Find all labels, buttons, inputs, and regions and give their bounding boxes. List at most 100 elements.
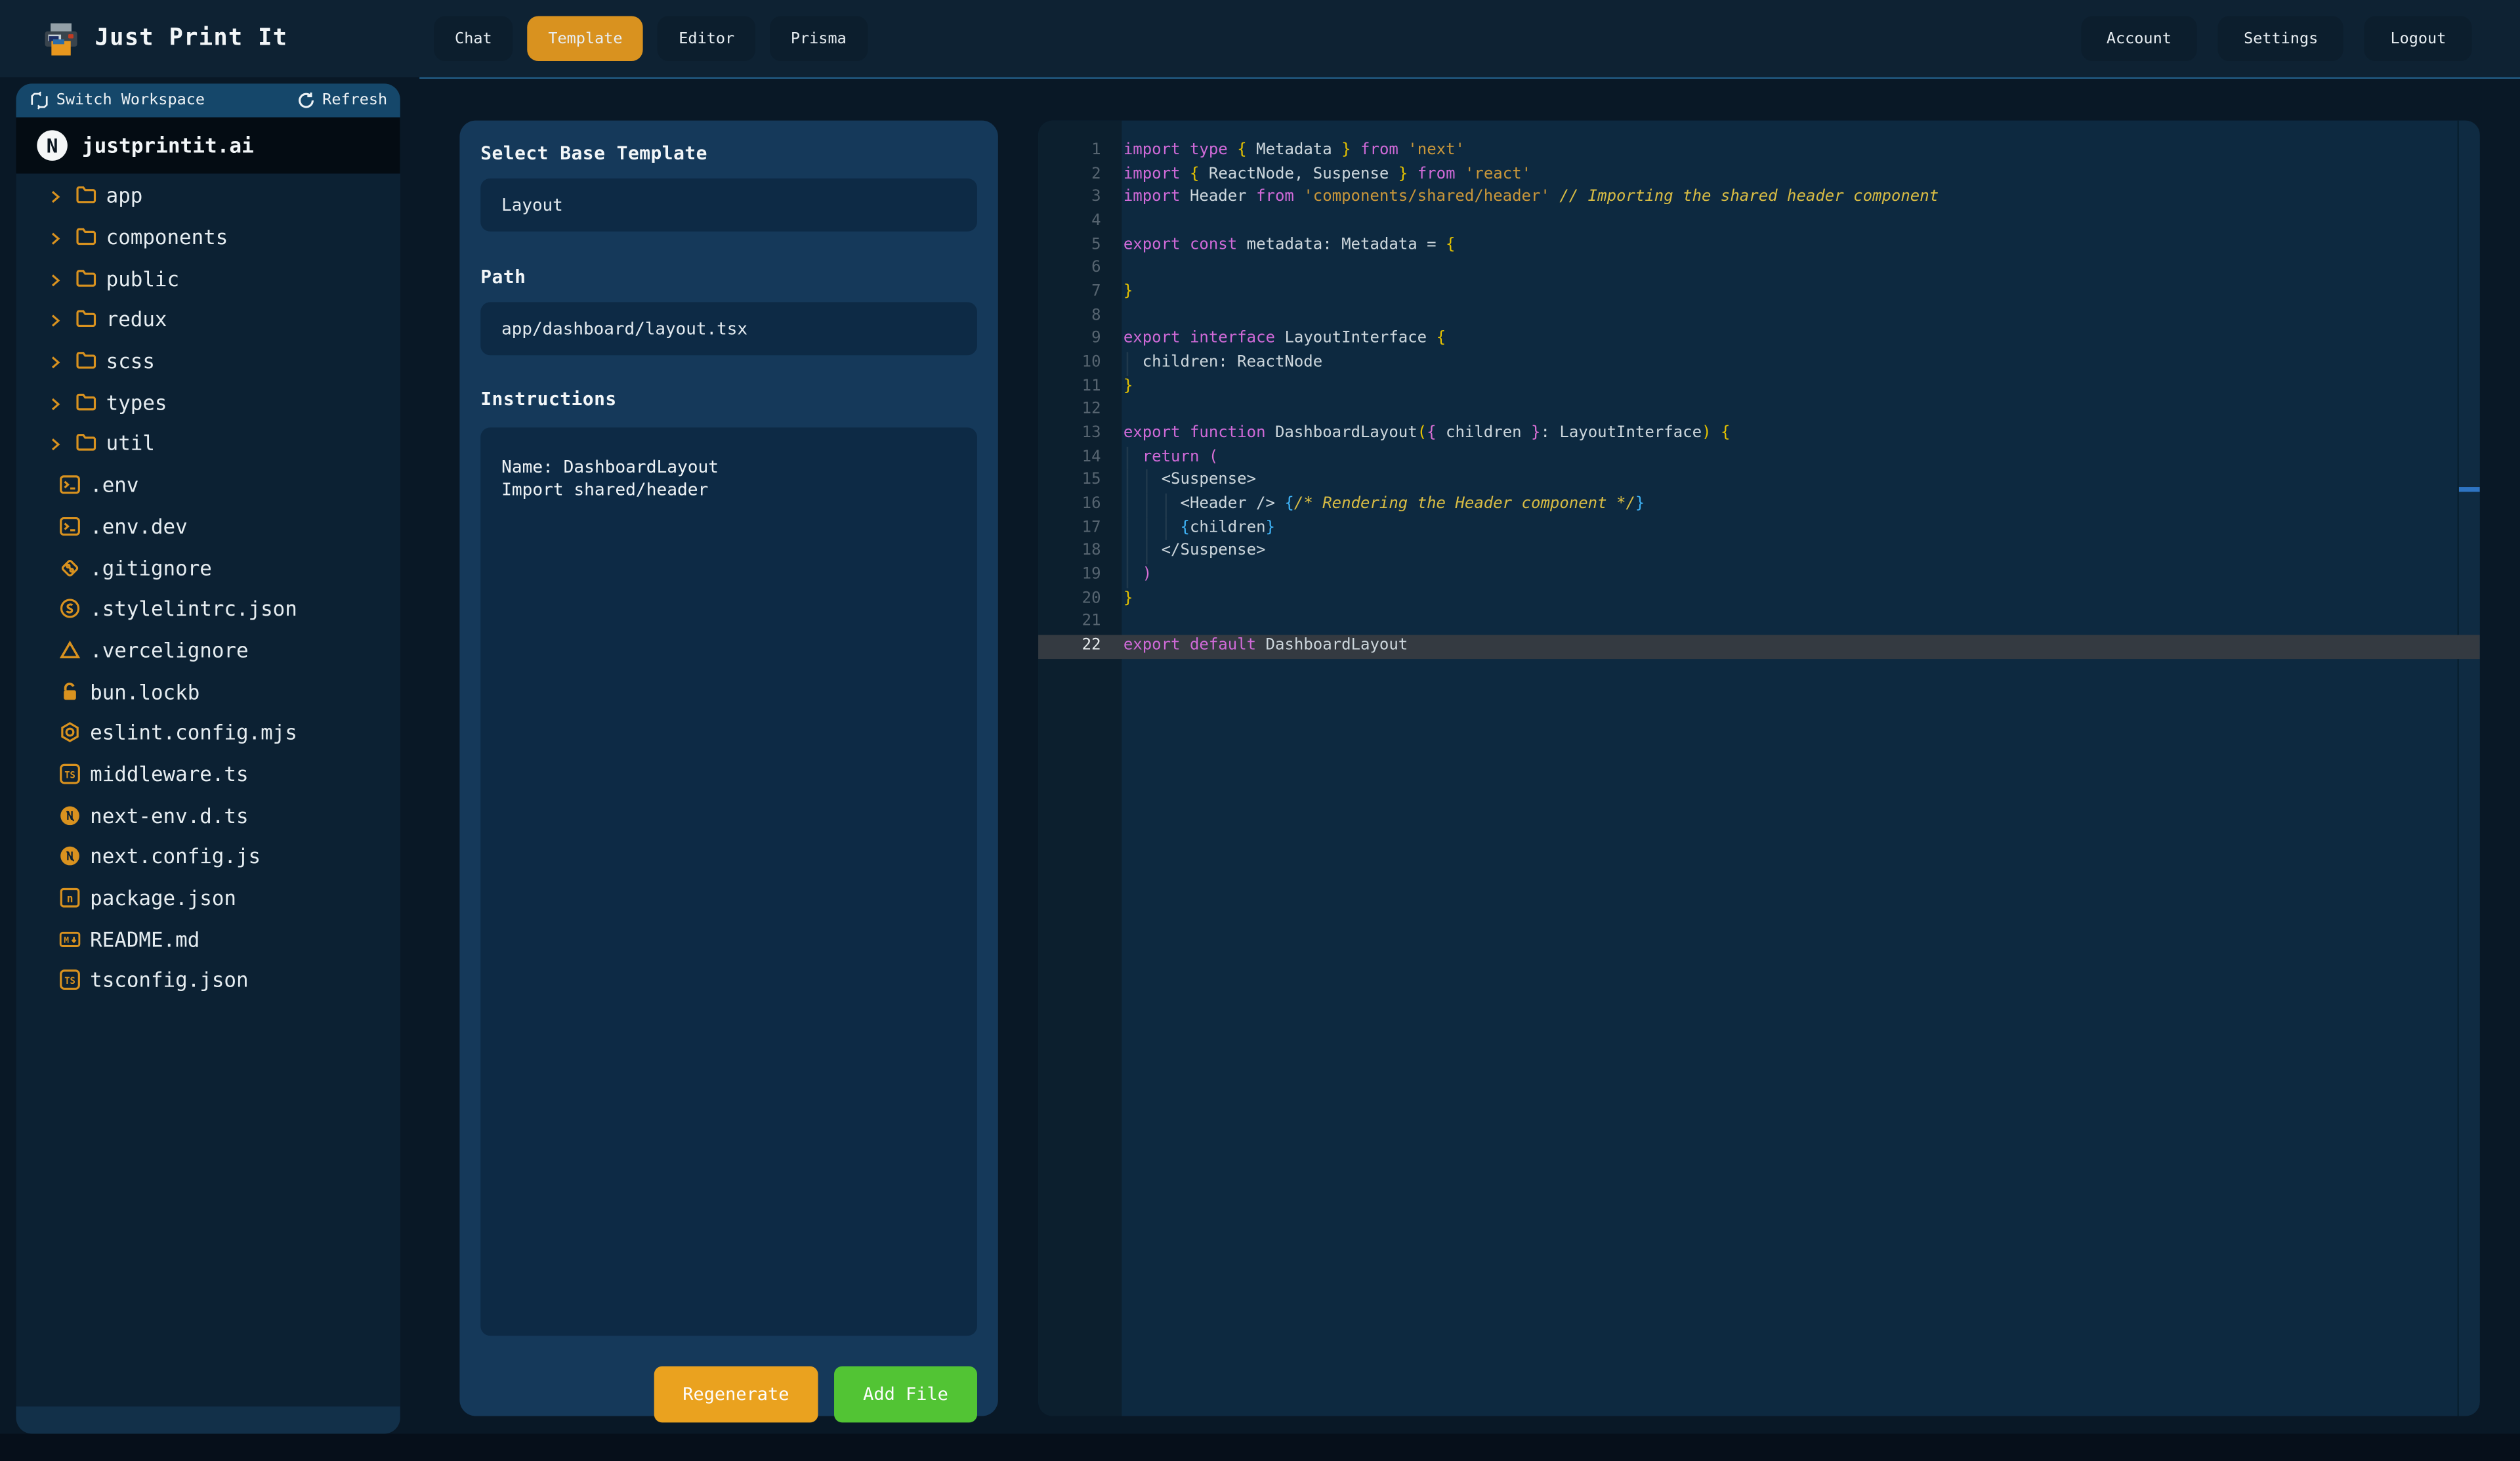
folder-icon: [75, 392, 96, 413]
file-item-eslint.config.mjs[interactable]: eslint.config.mjs: [16, 712, 400, 753]
folder-item-app[interactable]: app: [16, 175, 400, 217]
folder-label: app: [106, 184, 143, 208]
line-number: 12: [1082, 400, 1101, 419]
base-template-input[interactable]: Layout: [480, 178, 977, 232]
folder-label: scss: [106, 349, 155, 373]
file-item-.stylelintrc.json[interactable]: .stylelintrc.json: [16, 588, 400, 629]
regenerate-button[interactable]: Regenerate: [654, 1366, 818, 1423]
workspace-name: justprintit.ai: [81, 133, 254, 158]
file-item-bun.lockb[interactable]: bun.lockb: [16, 671, 400, 712]
code-line-2[interactable]: 2 import { ReactNode, Suspense } from 're…: [1038, 163, 2480, 187]
code-line-8[interactable]: 8: [1038, 305, 2480, 328]
session-buttons: Account Settings Logout: [2080, 16, 2472, 62]
tab-template[interactable]: Template: [527, 16, 644, 62]
code-line-16[interactable]: 16 <Header /> {/* Rendering the Header c…: [1038, 493, 2480, 517]
switch-workspace-button[interactable]: Switch Workspace: [31, 91, 205, 110]
indent-guide: [1126, 493, 1129, 517]
folder-item-util[interactable]: util: [16, 423, 400, 464]
folder-item-types[interactable]: types: [16, 381, 400, 423]
code-line-11[interactable]: 11}: [1038, 375, 2480, 399]
chevron-right-icon: [47, 393, 64, 411]
code-line-4[interactable]: 4: [1038, 211, 2480, 234]
account-button[interactable]: Account: [2080, 16, 2198, 62]
topbar: Just Print It Chat Template Editor Prisma A…: [0, 0, 2520, 77]
file-label: tsconfig.json: [90, 968, 249, 993]
typescript-icon: TS: [60, 763, 81, 784]
file-item-package.json[interactable]: n package.json: [16, 877, 400, 918]
line-number: 10: [1082, 353, 1101, 371]
line-number: 5: [1091, 236, 1101, 254]
footer-strip: [0, 1433, 2520, 1461]
code-line-9[interactable]: 9 export interface LayoutInterface {: [1038, 328, 2480, 352]
file-label: next.config.js: [90, 844, 261, 869]
sidebar: Switch Workspace Refresh N justprintit.a…: [16, 83, 400, 1434]
code-line-13[interactable]: 13 export function DashboardLayout({ chil…: [1038, 423, 2480, 446]
code-line-22[interactable]: 22 export default DashboardLayout: [1038, 635, 2480, 658]
settings-button[interactable]: Settings: [2217, 16, 2344, 62]
code-line-20[interactable]: 20}: [1038, 587, 2480, 611]
file-item-next-env.d.ts[interactable]: Nnext-env.d.ts: [16, 795, 400, 836]
code-line-12[interactable]: 12: [1038, 399, 2480, 423]
code-text: <Header /> {/* Rendering the Header comp…: [1123, 495, 1645, 513]
file-tree: app components public redux scss types util .en…: [16, 173, 400, 1407]
file-item-.vercelignore[interactable]: .vercelignore: [16, 629, 400, 671]
code-line-17[interactable]: 17 {children}: [1038, 517, 2480, 541]
chevron-right-icon: [47, 187, 64, 205]
logout-button[interactable]: Logout: [2364, 16, 2472, 62]
file-item-.gitignore[interactable]: .gitignore: [16, 547, 400, 588]
topbar-divider: [419, 76, 2520, 79]
folder-label: components: [106, 224, 228, 249]
folder-item-redux[interactable]: redux: [16, 299, 400, 341]
sidebar-header: Switch Workspace Refresh: [16, 83, 400, 117]
template-panel: Select Base Template Layout Path app/das…: [459, 120, 998, 1423]
line-number: 9: [1091, 329, 1101, 348]
line-number: 4: [1091, 212, 1101, 230]
line-number: 16: [1082, 495, 1101, 513]
file-item-tsconfig.json[interactable]: TS tsconfig.json: [16, 960, 400, 1001]
refresh-button[interactable]: Refresh: [297, 92, 387, 110]
line-number: 2: [1091, 165, 1101, 183]
line-number: 15: [1082, 471, 1101, 490]
line-number: 14: [1082, 448, 1101, 466]
indent-guide: [1126, 517, 1129, 541]
file-item-.env.dev[interactable]: .env.dev: [16, 505, 400, 547]
line-number: 11: [1082, 377, 1101, 395]
folder-item-components[interactable]: components: [16, 217, 400, 258]
npm-icon: n: [60, 887, 81, 908]
code-line-18[interactable]: 18 </Suspense>: [1038, 540, 2480, 564]
tab-chat[interactable]: Chat: [434, 16, 513, 62]
code-text: children: ReactNode: [1123, 353, 1323, 371]
typescript-icon: TS: [60, 970, 81, 991]
code-text: import { ReactNode, Suspense } from 'rea…: [1123, 165, 1532, 183]
instructions-textarea[interactable]: Name: DashboardLayout Import shared/head…: [480, 427, 977, 1336]
code-line-15[interactable]: 15 <Suspense>: [1038, 469, 2480, 494]
tab-prisma[interactable]: Prisma: [770, 16, 868, 62]
file-item-README.md[interactable]: M README.md: [16, 918, 400, 960]
workspace-row[interactable]: N justprintit.ai: [16, 117, 400, 174]
code-line-5[interactable]: 5 export const metadata: Metadata = {: [1038, 234, 2480, 258]
code-line-3[interactable]: 3 import Header from 'components/shared/h…: [1038, 187, 2480, 211]
code-line-1[interactable]: 1 import type { Metadata } from 'next': [1038, 140, 2480, 163]
code-text: }: [1123, 589, 1133, 607]
svg-text:TS: TS: [64, 770, 75, 780]
folder-label: types: [106, 390, 167, 415]
file-item-middleware.ts[interactable]: TS middleware.ts: [16, 753, 400, 795]
file-item-next.config.js[interactable]: Nnext.config.js: [16, 836, 400, 877]
folder-item-public[interactable]: public: [16, 258, 400, 299]
tab-editor[interactable]: Editor: [658, 16, 755, 62]
folder-item-scss[interactable]: scss: [16, 341, 400, 382]
code-line-6[interactable]: 6: [1038, 258, 2480, 282]
code-line-10[interactable]: 10 children: ReactNode: [1038, 352, 2480, 376]
code-editor[interactable]: 1 import type { Metadata } from 'next' 2 im…: [1038, 120, 2480, 1416]
file-item-.env[interactable]: .env: [16, 464, 400, 505]
git-icon: [60, 557, 81, 578]
code-line-19[interactable]: 19 ): [1038, 564, 2480, 588]
code-line-21[interactable]: 21: [1038, 611, 2480, 635]
code-line-7[interactable]: 7}: [1038, 281, 2480, 305]
path-input[interactable]: app/dashboard/layout.tsx: [480, 302, 977, 356]
code-line-14[interactable]: 14 return (: [1038, 446, 2480, 470]
file-label: .stylelintrc.json: [90, 597, 297, 621]
add-file-button[interactable]: Add File: [834, 1366, 977, 1423]
indent-guide: [1126, 446, 1129, 470]
refresh-label: Refresh: [322, 91, 388, 110]
